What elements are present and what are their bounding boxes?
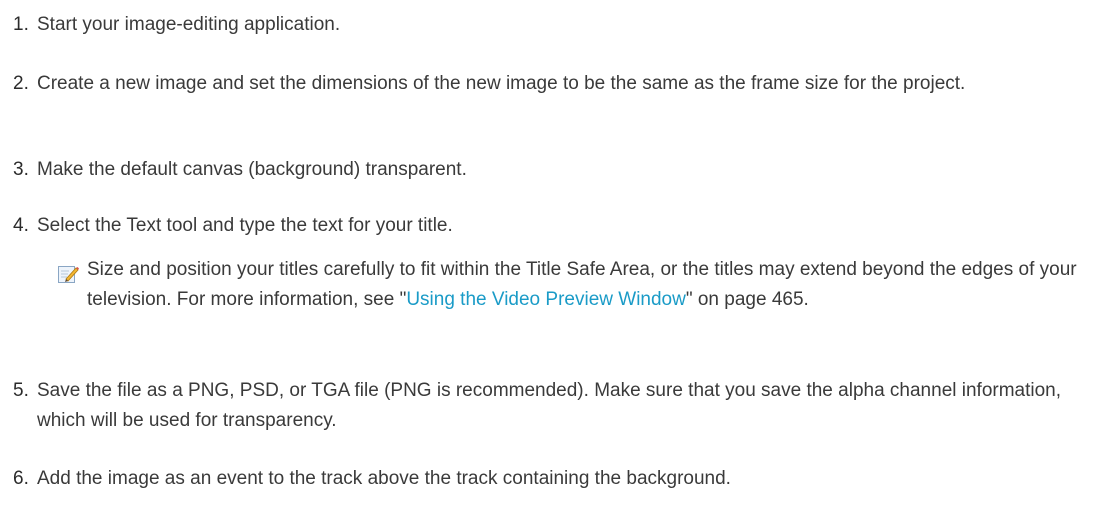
step-text: Add the image as an event to the track a… <box>37 468 731 489</box>
step-number: 5. <box>13 380 29 401</box>
instruction-steps: 1. Start your image-editing application.… <box>0 0 1109 508</box>
step-number: 3. <box>13 159 29 180</box>
step-text: Select the Text tool and type the text f… <box>37 215 453 236</box>
step-text: Make the default canvas (background) tra… <box>37 159 467 180</box>
step-text: Create a new image and set the dimension… <box>37 73 966 94</box>
step-number: 6. <box>13 468 29 489</box>
note-pencil-icon <box>57 263 79 285</box>
note-text-after: " on page 465. <box>685 289 809 310</box>
step-number: 4. <box>13 215 29 236</box>
step-text: Save the file as a PNG, PSD, or TGA file… <box>37 380 1062 431</box>
using-video-preview-window-link[interactable]: Using the Video Preview Window <box>406 289 686 310</box>
step-text: Start your image-editing application. <box>37 14 341 35</box>
step-number: 2. <box>13 73 29 94</box>
step-number: 1. <box>13 14 29 35</box>
note-text: Size and position your titles carefully … <box>87 255 1077 315</box>
